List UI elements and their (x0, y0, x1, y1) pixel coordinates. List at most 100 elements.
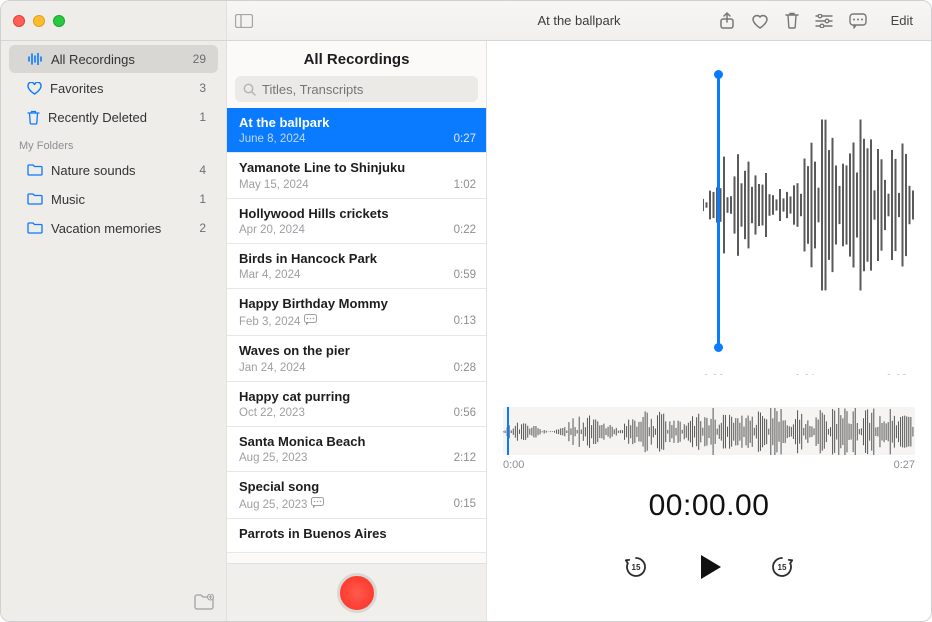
play-button[interactable] (693, 551, 725, 583)
minimize-window[interactable] (33, 15, 45, 27)
search-input[interactable] (262, 82, 470, 97)
edit-button[interactable]: Edit (883, 10, 921, 31)
search-field[interactable] (235, 76, 478, 102)
delete-icon[interactable] (785, 12, 799, 29)
share-icon[interactable] (719, 12, 735, 30)
sidebar-item-count: 1 (199, 192, 206, 206)
recording-date: May 15, 2024 (239, 179, 448, 191)
current-time: 00:00.00 (503, 489, 915, 523)
zoom-tick: 0:00 (703, 373, 724, 375)
sidebar-item-label: All Recordings (51, 52, 185, 67)
recording-row[interactable]: Birds in Hancock Park Mar 4, 2024 0:59 (227, 244, 486, 289)
recordings-list: At the ballpark June 8, 20240:27Yamanote… (227, 108, 486, 563)
recording-date: Aug 25, 2023 (239, 452, 448, 464)
recording-date: Mar 4, 2024 (239, 269, 448, 281)
skip-back-icon[interactable]: 15 (623, 554, 649, 580)
sidebar-folder-music[interactable]: Music 1 (9, 185, 218, 213)
recording-title: Waves on the pier (239, 343, 476, 359)
recording-duration: 0:13 (454, 315, 476, 327)
recording-title: Yamanote Line to Shinjuku (239, 160, 476, 176)
app-window: At the ballpark Edit (0, 0, 932, 622)
recording-title: Happy Birthday Mommy (239, 296, 476, 312)
recording-date: Oct 22, 2023 (239, 407, 448, 419)
options-icon[interactable] (815, 14, 833, 28)
recording-title: Happy cat purring (239, 389, 476, 405)
playback-controls: 15 15 (503, 551, 915, 601)
search-icon (243, 83, 256, 96)
toggle-sidebar-icon[interactable] (235, 14, 253, 28)
playhead[interactable] (507, 407, 509, 455)
zoom-tick: 0:01 (794, 373, 815, 375)
sidebar-item-count: 1 (199, 110, 206, 124)
transcript-icon[interactable] (849, 13, 867, 29)
recording-duration: 0:59 (454, 269, 476, 281)
recording-duration: 1:02 (454, 179, 476, 191)
sidebar-item-count: 2 (199, 221, 206, 235)
zoom-time-ticks: 0:00 0:01 0:02 (703, 373, 907, 375)
recording-row[interactable]: Santa Monica Beach Aug 25, 2023 2:12 (227, 427, 486, 472)
folder-icon (27, 193, 43, 205)
titlebar-left (1, 1, 227, 40)
transcript-badge-icon (304, 314, 317, 325)
recording-row[interactable]: Waves on the pier Jan 24, 2024 0:28 (227, 336, 486, 381)
sidebar-item-label: Favorites (50, 81, 191, 96)
sidebar-item-label: Vacation memories (51, 221, 191, 236)
heart-icon (27, 82, 42, 95)
window-controls (13, 15, 65, 27)
recording-date: Feb 3, 2024 (239, 314, 448, 328)
recording-date: Aug 25, 2023 (239, 497, 448, 511)
sidebar-item-favorites[interactable]: Favorites 3 (9, 74, 218, 102)
waveform-icon (27, 53, 43, 65)
overview-end-time: 0:27 (894, 459, 915, 471)
recording-row[interactable]: Happy cat purring Oct 22, 2023 0:56 (227, 382, 486, 427)
record-button[interactable] (337, 573, 377, 613)
selection-handle[interactable] (717, 75, 720, 347)
fullscreen-window[interactable] (53, 15, 65, 27)
trash-icon (27, 110, 40, 125)
recording-date: June 8, 2024 (239, 133, 448, 145)
waveform-zoom[interactable]: 0:00 0:01 0:02 (503, 55, 915, 375)
sidebar-folder-nature-sounds[interactable]: Nature sounds 4 (9, 156, 218, 184)
svg-text:15: 15 (778, 563, 787, 572)
sidebar-item-label: Recently Deleted (48, 110, 191, 125)
recording-date: Jan 24, 2024 (239, 362, 448, 374)
sidebar-item-recently-deleted[interactable]: Recently Deleted 1 (9, 103, 218, 131)
favorite-icon[interactable] (751, 13, 769, 29)
recording-title: Birds in Hancock Park (239, 251, 476, 267)
recording-duration: 0:56 (454, 407, 476, 419)
recording-row[interactable]: Yamanote Line to Shinjuku May 15, 2024 1:… (227, 153, 486, 198)
sidebar-item-count: 4 (199, 163, 206, 177)
recording-duration: 0:28 (454, 362, 476, 374)
recording-row[interactable]: Happy Birthday Mommy Feb 3, 2024 0:13 (227, 289, 486, 336)
sidebar-folder-vacation-memories[interactable]: Vacation memories 2 (9, 214, 218, 242)
waveform-overview-svg (503, 407, 915, 455)
sidebar-item-count: 3 (199, 81, 206, 95)
new-folder-icon[interactable] (194, 594, 214, 613)
recording-duration: 0:15 (454, 498, 476, 510)
recording-row[interactable]: At the ballpark June 8, 20240:27 (227, 108, 486, 153)
skip-forward-icon[interactable]: 15 (769, 554, 795, 580)
recording-row[interactable]: Special song Aug 25, 2023 0:15 (227, 472, 486, 519)
recording-date: Apr 20, 2024 (239, 224, 448, 236)
close-window[interactable] (13, 15, 25, 27)
folder-icon (27, 164, 43, 176)
record-bar (227, 563, 486, 621)
recording-row[interactable]: Hollywood Hills crickets Apr 20, 2024 0:2… (227, 199, 486, 244)
recordings-panel: All Recordings At the ballpark June 8, 2… (227, 41, 487, 621)
sidebar-item-all-recordings[interactable]: All Recordings 29 (9, 45, 218, 73)
content-row: All Recordings 29 Favorites 3 Recently D… (1, 41, 931, 621)
waveform-overview-wrap: 0:00 0:27 (503, 407, 915, 471)
recording-duration: 2:12 (454, 452, 476, 464)
waveform-overview[interactable] (503, 407, 915, 455)
recording-title: Hollywood Hills crickets (239, 206, 476, 222)
recording-duration: 0:22 (454, 224, 476, 236)
sidebar-item-label: Music (51, 192, 191, 207)
overview-start-time: 0:00 (503, 459, 524, 471)
titlebar: At the ballpark Edit (1, 1, 931, 41)
recording-title: Santa Monica Beach (239, 434, 476, 450)
titlebar-main: At the ballpark Edit (227, 14, 931, 28)
recording-duration: 0:27 (454, 133, 476, 145)
recording-row[interactable]: Parrots in Buenos Aires (227, 519, 486, 552)
recording-title: Parrots in Buenos Aires (239, 526, 476, 542)
svg-text:15: 15 (632, 563, 641, 572)
